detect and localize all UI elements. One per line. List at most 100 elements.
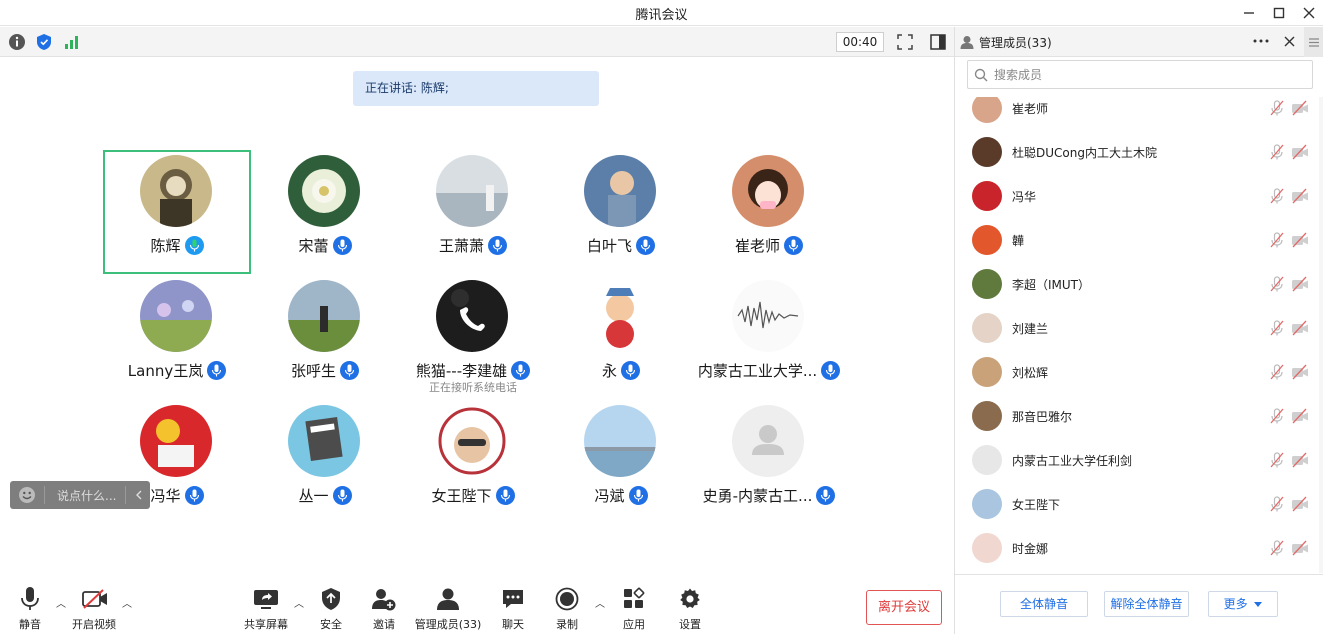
security-button[interactable]: 安全 [301, 586, 361, 632]
close-panel-button[interactable] [1280, 32, 1298, 50]
mute-button[interactable]: 静音 [0, 586, 60, 632]
mic-off-icon[interactable] [1269, 364, 1285, 380]
search-icon [974, 68, 988, 81]
mic-off-icon[interactable] [1269, 144, 1285, 160]
info-button[interactable] [7, 32, 27, 52]
microphone-icon [21, 587, 39, 610]
mic-status [332, 236, 352, 255]
apps-icon [624, 587, 645, 608]
video-off-icon[interactable] [1291, 276, 1309, 292]
start-video-button[interactable]: 开启视频 [64, 586, 124, 632]
participant-tile[interactable]: 熊猫---李建雄 正在接听系统电话 [399, 275, 547, 399]
participant-tile[interactable]: 白叶飞 [547, 150, 695, 274]
member-row[interactable]: 冯华 [955, 175, 1323, 219]
participant-tile[interactable]: 冯斌 [547, 400, 695, 524]
avatar [584, 280, 656, 352]
video-off-icon[interactable] [1291, 452, 1309, 468]
participant-name: 陈辉 [150, 237, 181, 255]
mic-off-icon[interactable] [1269, 232, 1285, 248]
mic-off-icon[interactable] [1269, 496, 1285, 512]
mic-off-icon[interactable] [1269, 408, 1285, 424]
member-search-input[interactable] [994, 67, 1294, 82]
mic-off-icon[interactable] [1269, 452, 1285, 468]
mute-all-button[interactable]: 全体静音 [1000, 591, 1088, 617]
signal-icon [65, 36, 78, 49]
participant-tile[interactable]: 陈辉 [103, 150, 251, 274]
member-row[interactable]: 李超（IMUT） [955, 263, 1323, 307]
member-row[interactable]: 刘松辉 [955, 351, 1323, 395]
member-row[interactable]: 内蒙古工业大学任利剑 [955, 439, 1323, 483]
record-icon [555, 587, 579, 611]
member-name: 冯华 [1012, 190, 1037, 204]
avatar [140, 155, 212, 227]
member-row[interactable]: 杜聪DUCong内工大土木院 [955, 131, 1323, 175]
video-off-icon[interactable] [1291, 496, 1309, 512]
member-row[interactable]: 时金娜 [955, 527, 1323, 571]
panel-menu-button[interactable] [1304, 27, 1323, 57]
more-options-button[interactable] [1252, 32, 1270, 50]
mic-off-icon[interactable] [1269, 276, 1285, 292]
members-panel: 管理成员(33) 崔老师杜聪DUCong内工大土木院冯华韡李超（IMUT） 刘建兰… [954, 27, 1323, 634]
video-options-caret[interactable]: ︿ [121, 596, 133, 610]
member-row[interactable]: 刘建兰 [955, 307, 1323, 351]
share-screen-button[interactable]: 共享屏幕 [236, 586, 296, 632]
participant-tile[interactable]: 内蒙古工业大学... [695, 275, 843, 399]
chat-button[interactable]: 聊天 [483, 586, 543, 632]
participant-tile[interactable]: 丛一 [251, 400, 399, 524]
video-off-icon[interactable] [1291, 320, 1309, 336]
leave-meeting-button[interactable]: 离开会议 [866, 590, 942, 625]
video-off-icon[interactable] [1291, 540, 1309, 556]
unmute-all-button[interactable]: 解除全体静音 [1104, 591, 1189, 617]
record-button[interactable]: 录制 [537, 586, 597, 632]
manage-members-button[interactable]: 管理成员(33) [413, 586, 483, 632]
participant-tile[interactable]: 女王陛下 [399, 400, 547, 524]
participant-tile[interactable]: 史勇-内蒙古工... [695, 400, 843, 524]
bottom-control-bar: 静音 ︿ 开启视频 ︿ 共享屏幕 ︿ 安全 邀请 管理成员(33) 聊天 录制 … [0, 582, 954, 634]
mic-status [621, 361, 640, 380]
participant-name: 张呼生 [290, 362, 336, 380]
video-off-icon[interactable] [1291, 188, 1309, 204]
participant-tile[interactable]: 王萧萧 [399, 150, 547, 274]
mic-off-icon[interactable] [1269, 320, 1285, 336]
active-speaker-banner: 正在讲话: 陈辉; [353, 71, 599, 106]
member-row[interactable]: 崔老师 [955, 97, 1323, 131]
close-window-button[interactable] [1295, 2, 1323, 24]
member-name: 刘建兰 [1012, 322, 1049, 336]
mic-off-icon[interactable] [1269, 188, 1285, 204]
member-row[interactable]: 韡 [955, 219, 1323, 263]
security-status-button[interactable] [34, 32, 54, 52]
participant-tile[interactable]: 宋蕾 [251, 150, 399, 274]
maximize-button[interactable] [1265, 2, 1293, 24]
invite-button[interactable]: 邀请 [354, 586, 414, 632]
mic-off-icon[interactable] [1269, 100, 1285, 116]
member-row[interactable]: 女王陛下 [955, 483, 1323, 527]
minimize-button[interactable] [1235, 2, 1263, 24]
settings-button[interactable]: 设置 [660, 586, 720, 632]
avatar [972, 269, 1002, 299]
video-off-icon[interactable] [1291, 144, 1309, 160]
participant-name: 崔老师 [734, 237, 780, 255]
participant-tile[interactable]: 张呼生 [251, 275, 399, 399]
video-off-icon[interactable] [1291, 408, 1309, 424]
apps-button[interactable]: 应用 [604, 586, 664, 632]
more-button[interactable]: 更多 [1208, 591, 1278, 617]
member-list-scrollbar[interactable] [1319, 97, 1323, 573]
video-off-icon[interactable] [1291, 100, 1309, 116]
microphone-icon [821, 489, 831, 502]
participant-tile[interactable]: 永 [547, 275, 695, 399]
member-name: 那音巴雅尔 [1012, 410, 1073, 424]
quick-chat-bar[interactable]: 说点什么... [10, 481, 150, 509]
microphone-icon [640, 239, 651, 252]
network-status-button[interactable] [62, 32, 82, 52]
microphone-icon [625, 364, 636, 377]
fullscreen-button[interactable] [895, 32, 915, 52]
video-off-icon[interactable] [1291, 364, 1309, 380]
video-off-icon[interactable] [1291, 232, 1309, 248]
layout-toggle-button[interactable] [928, 32, 948, 52]
mic-off-icon[interactable] [1269, 540, 1285, 556]
participant-tile[interactable]: 崔老师 [695, 150, 843, 274]
chat-placeholder[interactable]: 说点什么... [57, 487, 119, 504]
participant-tile[interactable]: Lanny王岚 [103, 275, 251, 399]
member-search-box[interactable] [967, 60, 1313, 89]
member-row[interactable]: 那音巴雅尔 [955, 395, 1323, 439]
